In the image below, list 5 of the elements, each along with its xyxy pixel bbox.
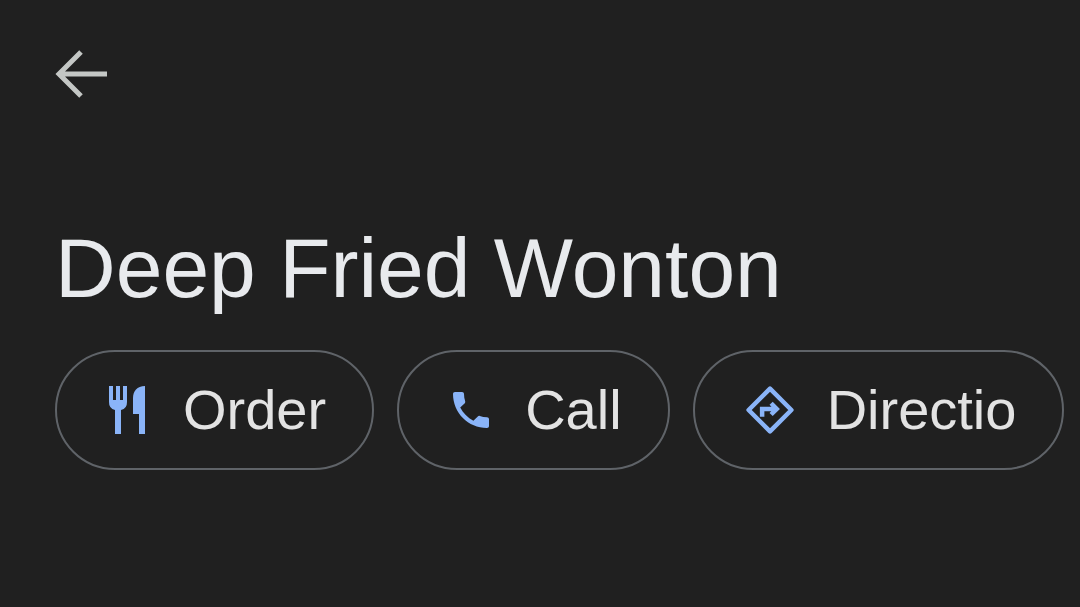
back-arrow-icon: [55, 49, 109, 99]
action-button[interactable]: Directio: [692, 350, 1065, 470]
place-title: Deep Fried Wonton: [55, 220, 783, 317]
action-button[interactable]: Order: [55, 350, 375, 470]
action-button[interactable]: Call: [397, 350, 670, 470]
